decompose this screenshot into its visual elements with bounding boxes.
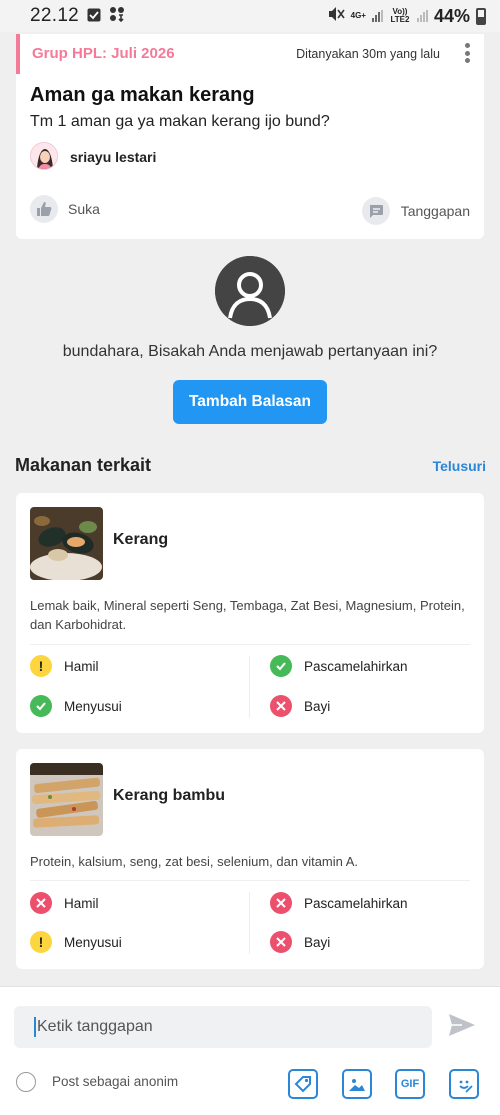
food-card-kerang[interactable]: Kerang Lemak baik, Mineral seperti Seng,…	[16, 493, 484, 733]
volte-label: Vo)) LTE2	[390, 7, 410, 24]
warning-icon: !	[30, 655, 52, 677]
check-icon	[270, 655, 292, 677]
battery-percent: 44%	[433, 5, 470, 26]
like-label: Suka	[68, 201, 100, 217]
sticker-icon[interactable]	[449, 1069, 479, 1099]
food-description-kerang-bambu: Protein, kalsium, seng, zat besi, seleni…	[30, 854, 359, 869]
status-bayi: Bayi	[270, 931, 330, 953]
tag-icon[interactable]	[288, 1069, 318, 1099]
status-time: 22.12	[30, 5, 80, 26]
comment-icon	[361, 197, 390, 225]
thumbs-up-icon	[30, 195, 58, 223]
divider	[30, 644, 470, 645]
cross-icon	[270, 892, 292, 914]
food-name-kerang-bambu: Kerang bambu	[113, 787, 226, 804]
battery-icon	[476, 7, 486, 25]
status-menyusui: Menyusui	[30, 695, 122, 717]
status-menyusui: ! Menyusui	[30, 931, 122, 953]
food-image-kerang	[30, 507, 103, 580]
reply-label: Tanggapan	[400, 203, 470, 219]
send-icon[interactable]	[448, 1013, 476, 1037]
more-options-icon[interactable]	[464, 43, 470, 63]
related-foods-title: Makanan terkait	[15, 455, 152, 475]
like-button[interactable]: Suka	[30, 195, 100, 223]
signal-2-icon	[416, 10, 428, 22]
food-description-kerang: Lemak baik, Mineral seperti Seng, Tembag…	[30, 598, 465, 632]
gif-label: GIF	[400, 1078, 420, 1090]
warning-icon: !	[30, 931, 52, 953]
check-icon	[30, 695, 52, 717]
reply-input[interactable]: Ketik tanggapan	[14, 1006, 432, 1048]
group-accent-bar	[16, 34, 20, 74]
reply-button[interactable]: Tanggapan	[361, 197, 470, 225]
signal-icon	[371, 10, 383, 22]
question-body: Tm 1 aman ga ya makan kerang ijo bund?	[30, 113, 330, 130]
explore-link[interactable]: Telusuri	[433, 458, 486, 474]
status-pascamelahirkan: Pascamelahirkan	[270, 655, 408, 677]
user-avatar-icon	[215, 256, 285, 326]
food-name-kerang: Kerang	[113, 531, 169, 548]
answer-prompt-text: bundahara, Bisakah Anda menjawab pertany…	[62, 343, 438, 360]
network-4g-label: 4G+	[350, 11, 366, 20]
divider	[249, 892, 250, 954]
status-bayi: Bayi	[270, 695, 330, 717]
cross-icon	[270, 695, 292, 717]
gif-icon[interactable]: GIF	[395, 1069, 425, 1099]
question-time: Ditanyakan 30m yang lalu	[296, 47, 440, 61]
add-reply-button[interactable]: Tambah Balasan	[173, 380, 327, 424]
app-notification-icon	[87, 6, 101, 27]
reply-composer: Ketik tanggapan Post sebagai anonim GIF	[0, 986, 500, 1115]
reply-placeholder: Ketik tanggapan	[37, 1018, 153, 1035]
anonymous-radio[interactable]	[16, 1072, 36, 1092]
author-name[interactable]: sriayu lestari	[70, 149, 156, 165]
food-image-kerang-bambu	[30, 763, 103, 836]
mute-icon	[327, 6, 345, 27]
divider	[249, 656, 250, 718]
status-pascamelahirkan: Pascamelahirkan	[270, 892, 408, 914]
anonymous-label[interactable]: Post sebagai anonim	[52, 1074, 178, 1089]
status-bar: 22.12 4G+ Vo)) LTE2 44%	[0, 0, 500, 32]
status-hamil: Hamil	[30, 892, 99, 914]
cross-icon	[270, 931, 292, 953]
grid-notification-icon	[109, 6, 125, 27]
divider	[30, 880, 470, 881]
question-group[interactable]: Grup HPL: Juli 2026	[32, 45, 175, 62]
question-card[interactable]: Grup HPL: Juli 2026 Ditanyakan 30m yang …	[16, 34, 484, 239]
cross-icon	[30, 892, 52, 914]
text-cursor	[34, 1017, 36, 1037]
author-avatar[interactable]	[30, 142, 58, 170]
status-hamil: ! Hamil	[30, 655, 99, 677]
image-icon[interactable]	[342, 1069, 372, 1099]
food-card-kerang-bambu[interactable]: Kerang bambu Protein, kalsium, seng, zat…	[16, 749, 484, 969]
question-title: Aman ga makan kerang	[30, 84, 255, 106]
